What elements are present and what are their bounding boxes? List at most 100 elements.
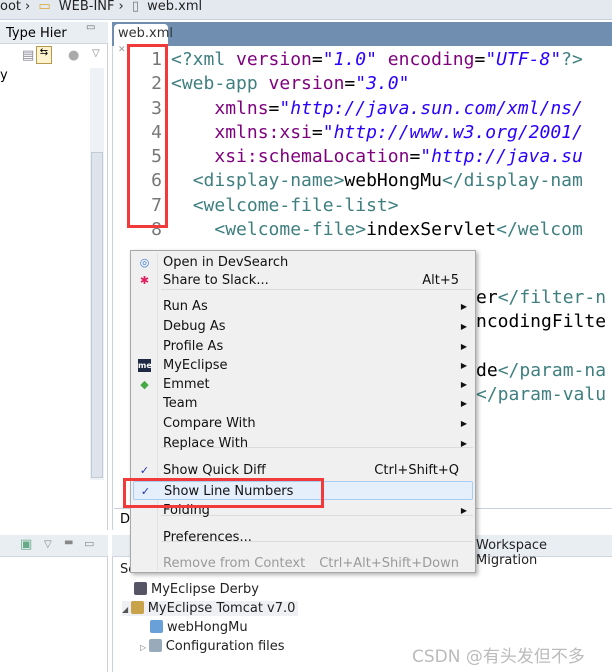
web-project-icon [150, 620, 163, 633]
scrollbar-thumb[interactable] [91, 152, 103, 478]
link-editor-icon[interactable]: ⇆ [36, 46, 52, 64]
minimize-icon[interactable]: ▬ [64, 537, 73, 548]
breadcrumb-item[interactable]: web.xml [147, 0, 202, 14]
code-line: xmlns="http://java.sun.com/xml/ns/ [171, 97, 583, 121]
tree-item-config[interactable]: ▷ Configuration files [140, 639, 285, 654]
code-token: version [268, 73, 345, 95]
menu-item-label: Team [163, 396, 198, 411]
code-line: de</param-na [476, 359, 606, 383]
view-menu-icon[interactable]: ▽ [44, 539, 52, 550]
menu-item-run-as[interactable]: Run As ▶ [133, 297, 473, 316]
menu-item-profile-as[interactable]: Profile As ▶ [133, 337, 473, 356]
submenu-arrow-icon: ▶ [460, 439, 467, 448]
folder-icon: ▭ [38, 0, 51, 14]
partial-code-lines[interactable]: er</filter-n ncodingFilte de</param-na </pa… [476, 286, 606, 407]
code-token: "UTF-8" [485, 49, 562, 70]
submenu-arrow-icon: ▶ [460, 322, 467, 331]
xml-file-icon: ▯ [131, 0, 140, 14]
close-icon[interactable]: ✕ [118, 45, 126, 55]
show-line-numbers-highlight-box [123, 478, 324, 508]
code-token: = [311, 121, 323, 143]
breadcrumb-item[interactable]: WEB-INF [59, 0, 115, 14]
submenu-arrow-icon: ▶ [460, 342, 467, 351]
derby-icon [134, 582, 147, 595]
menu-item-share-to-slack[interactable]: ✱ Share to Slack... Alt+5 [133, 271, 473, 290]
tree-text: y [0, 68, 8, 83]
menu-item-debug-as[interactable]: Debug As ▶ [133, 317, 473, 336]
tree-item-webhongmu[interactable]: webHongMu [150, 620, 248, 635]
submenu-arrow-icon: ▶ [460, 419, 467, 428]
code-token: <display-name> [192, 170, 345, 192]
submenu-arrow-icon: ▶ [460, 506, 467, 515]
code-token: xsi:schemaLocation [214, 146, 410, 168]
maximize-icon[interactable]: ▭ [84, 537, 94, 550]
collapse-all-icon[interactable]: ▤ [22, 48, 34, 63]
tree-item-tomcat[interactable]: ◢ MyEclipse Tomcat v7.0 [122, 601, 299, 616]
breadcrumb-item[interactable]: oot [0, 0, 21, 14]
tomcat-icon [130, 601, 144, 614]
code-line: er</filter-n [476, 286, 606, 310]
code-line: xsi:schemaLocation="http://java.su [171, 145, 583, 169]
menu-item-label: Emmet [163, 377, 210, 392]
filter-icon[interactable]: ● [68, 48, 79, 63]
tree-item-derby[interactable]: MyEclipse Derby [134, 582, 259, 597]
context-menu: ◎ Open in DevSearch ✱ Share to Slack... Alt+… [130, 250, 476, 573]
menu-item-preferences[interactable]: Preferences... [133, 528, 473, 547]
minimize-icon[interactable]: ▭ [86, 22, 95, 33]
menu-item-label: Compare With [163, 416, 256, 431]
tab-web-xml[interactable]: web.xml ✕ [114, 24, 173, 55]
line-numbers-highlight-box [127, 44, 168, 228]
code-token: <web-app [171, 73, 269, 95]
menu-item-team[interactable]: Team ▶ [133, 394, 473, 413]
menu-item-open-in-devsearch[interactable]: ◎ Open in DevSearch [133, 253, 473, 272]
menu-item-compare-with[interactable]: Compare With ▶ [133, 414, 473, 433]
menu-item-replace-with[interactable]: Replace With ▶ [133, 434, 473, 453]
menu-item-shortcut: Ctrl+Shift+Q [374, 463, 459, 478]
code-token: = [409, 146, 421, 168]
code-lines[interactable]: <?xml version="1.0" encoding="UTF-8"?> <w… [171, 48, 583, 242]
view-icon[interactable]: ▣ [20, 537, 32, 552]
code-token: xmlns:xsi [214, 121, 312, 143]
watermark: CSDN @有头发但不多 [412, 647, 585, 667]
breadcrumb: oot › ▭ WEB-INF › ▯ web.xml [0, 0, 612, 20]
code-token: "1.0" [322, 49, 377, 70]
menu-item-myeclipse[interactable]: me MyEclipse ▶ [133, 356, 473, 375]
devsearch-icon: ◎ [139, 256, 150, 269]
menu-item-label: Preferences... [163, 530, 252, 545]
menu-item-shortcut: Alt+5 [422, 273, 459, 288]
tab-type-hierarchy[interactable]: Type Hier [6, 26, 67, 41]
code-token: ncodingFilte [476, 311, 607, 333]
code-line: <welcome-file>indexServlet</welcom [171, 218, 583, 242]
bottom-left-header: ▣ ▽ ▬ ▭ [0, 535, 108, 557]
tab-workspace-migration[interactable]: Workspace Migration [476, 538, 612, 568]
code-token: </welcom [496, 219, 583, 241]
code-token: de [476, 359, 498, 381]
code-token: </param-na [497, 359, 607, 381]
menu-item-label: Open in DevSearch [163, 255, 289, 270]
code-token: version [236, 49, 312, 70]
submenu-arrow-icon: ▶ [460, 361, 467, 370]
menu-item-emmet[interactable]: ◆ Emmet ▶ [133, 375, 473, 394]
code-token: er [476, 287, 498, 308]
code-line: xmlns:xsi="http://www.w3.org/2001/ [171, 121, 583, 145]
collapsed-arrow-icon[interactable]: ▷ [140, 643, 149, 652]
menu-item-label: Share to Slack... [163, 273, 269, 288]
code-token: </display-nam [441, 170, 583, 192]
tab-label: web.xml [118, 26, 173, 41]
code-token: encoding [387, 49, 475, 70]
panel-toolbar: ▤ ⇆ ● ▽ [22, 46, 100, 64]
expanded-arrow-icon[interactable]: ◢ [122, 605, 131, 614]
menu-item-remove-from-context: Remove from Context Ctrl+Alt+Shift+Down [133, 554, 473, 573]
view-menu-icon[interactable]: ▽ [92, 48, 100, 59]
code-token: = [474, 49, 486, 70]
type-hierarchy-header: Type Hier ▭ [0, 22, 108, 44]
emmet-icon: ◆ [140, 378, 149, 391]
code-token: </filter-n [497, 287, 607, 308]
code-token: </param-valu [476, 384, 607, 406]
